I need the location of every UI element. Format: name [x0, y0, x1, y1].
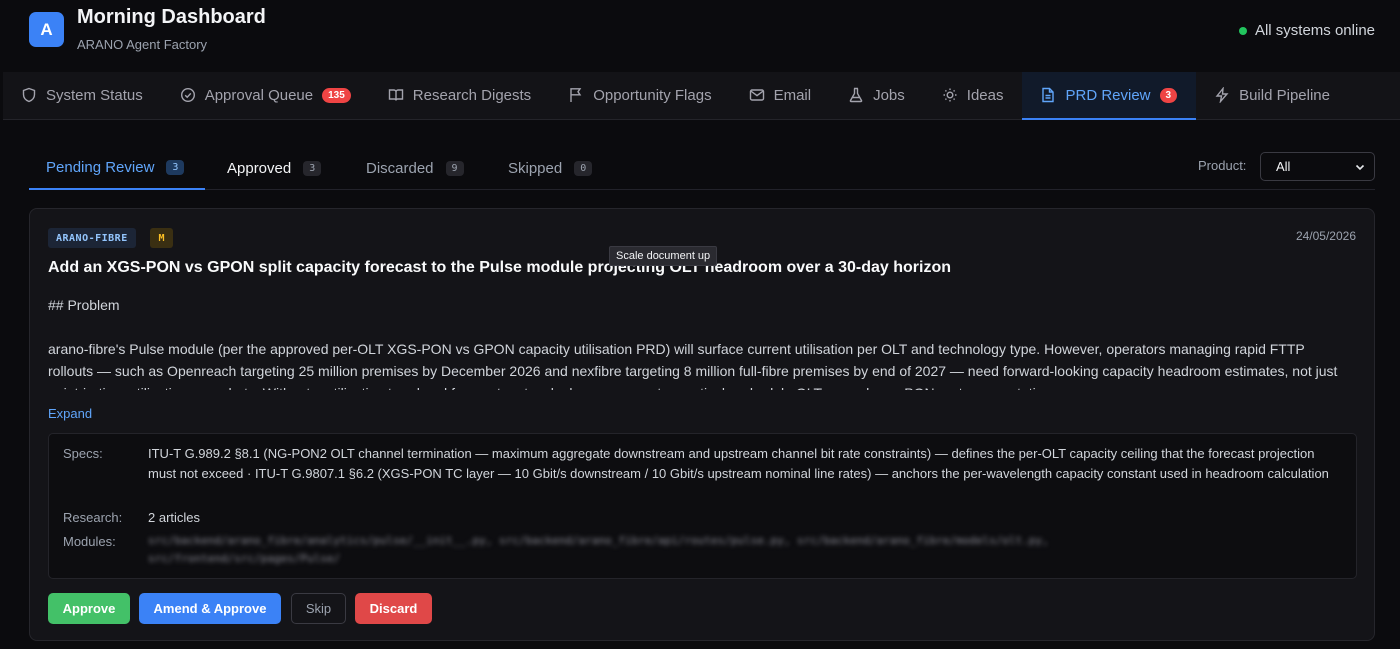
flag-icon	[570, 88, 582, 102]
nav-tab-ideas[interactable]: Ideas	[924, 72, 1023, 120]
system-status-text: All systems online	[1254, 22, 1375, 39]
nav-tab-label: Approval Queue	[204, 86, 314, 104]
discard-button[interactable]: Discard	[355, 593, 432, 624]
subtab-skipped[interactable]: Skipped 0	[491, 146, 609, 190]
nav-tab-label: Jobs	[873, 86, 905, 104]
status-dot-icon	[1238, 26, 1247, 35]
mail-icon	[749, 89, 764, 101]
subtab-count: 0	[574, 160, 593, 176]
specs-label: Specs:	[63, 446, 103, 461]
modules-line: src/frontend/src/pages/Pulse/	[148, 552, 341, 565]
chevron-down-icon	[1355, 164, 1365, 171]
prd-body-text: arano-fibre's Pulse module (per the appr…	[48, 341, 1338, 390]
subtab-label: Discarded	[366, 159, 434, 177]
amend-approve-button[interactable]: Amend & Approve	[139, 593, 281, 624]
book-icon	[388, 89, 403, 101]
nav-tab-label: Ideas	[966, 86, 1004, 104]
nav-tab-label: Email	[773, 86, 812, 104]
lightbulb-icon	[943, 88, 957, 102]
skip-button[interactable]: Skip	[291, 593, 346, 624]
scale-tooltip: Scale document up	[609, 246, 718, 266]
nav-tab-label: Research Digests	[412, 86, 532, 104]
nav-tab-system-status[interactable]: System Status	[3, 72, 162, 120]
nav-tab-prd-review[interactable]: PRD Review 3	[1022, 72, 1197, 120]
prd-review-badge: 3	[1159, 87, 1178, 103]
page-subtitle: ARANO Agent Factory	[77, 37, 208, 52]
approval-queue-badge: 135	[322, 87, 351, 103]
shield-icon	[22, 87, 36, 103]
nav-tab-label: System Status	[46, 86, 143, 104]
approve-button[interactable]: Approve	[48, 593, 130, 624]
nav-tab-jobs[interactable]: Jobs	[830, 72, 924, 120]
check-circle-icon	[180, 87, 195, 103]
product-filter-value: All	[1276, 159, 1291, 174]
nav-tab-label: PRD Review	[1065, 86, 1151, 104]
subtab-label: Approved	[227, 159, 292, 177]
prd-body-heading: ## Problem	[48, 297, 120, 313]
nav-tab-research-digests[interactable]: Research Digests	[370, 72, 550, 120]
modules-line: src/backend/arano_fibre/analytics/pulse/…	[148, 534, 1049, 547]
card-date: 24/05/2026	[1295, 229, 1356, 243]
nav-tab-email[interactable]: Email	[731, 72, 831, 120]
subtab-label: Pending Review	[46, 158, 155, 176]
expand-link[interactable]: Expand	[48, 406, 92, 421]
subtab-approved[interactable]: Approved 3	[210, 146, 338, 190]
size-tag: M	[150, 228, 173, 248]
nav-tab-label: Opportunity Flags	[593, 86, 712, 104]
main-nav: System Status Approval Queue 135 Researc…	[3, 72, 1400, 120]
subtab-count: 9	[445, 160, 464, 176]
nav-tab-approval-queue[interactable]: Approval Queue 135	[162, 72, 370, 120]
system-status-indicator: All systems online	[1238, 22, 1375, 39]
lightning-icon	[1215, 87, 1229, 103]
subtab-count: 3	[166, 159, 185, 175]
nav-tab-build-pipeline[interactable]: Build Pipeline	[1196, 72, 1349, 120]
subtab-pending-review[interactable]: Pending Review 3	[29, 146, 205, 190]
prd-meta-box: Specs: ITU-T G.989.2 §8.1 (NG-PON2 OLT c…	[48, 433, 1357, 579]
modules-label: Modules:	[63, 534, 116, 549]
research-value: 2 articles	[148, 510, 201, 525]
subtab-count: 3	[303, 160, 322, 176]
nav-tab-opportunity-flags[interactable]: Opportunity Flags	[550, 72, 730, 120]
prd-card: ARANO-FIBRE M 24/05/2026 Add an XGS-PON …	[29, 208, 1375, 641]
page-title: Morning Dashboard	[77, 6, 266, 28]
flask-icon	[849, 87, 863, 103]
specs-value: ITU-T G.989.2 §8.1 (NG-PON2 OLT channel …	[148, 446, 1329, 481]
app-logo: A	[29, 12, 64, 47]
subtab-label: Skipped	[508, 159, 563, 177]
product-tag: ARANO-FIBRE	[48, 228, 136, 248]
research-label: Research:	[63, 510, 123, 525]
modules-value: src/backend/arano_fibre/analytics/pulse/…	[148, 532, 1248, 568]
nav-tab-label: Build Pipeline	[1239, 86, 1330, 104]
review-status-tabs: Pending Review 3 Approved 3 Discarded 9 …	[29, 146, 1375, 190]
document-icon	[1042, 87, 1055, 103]
product-filter-label: Product:	[1198, 158, 1247, 173]
app-header: A Morning Dashboard ARANO Agent Factory …	[0, 0, 1400, 72]
subtab-discarded[interactable]: Discarded 9	[349, 146, 481, 190]
product-filter-select[interactable]: All	[1260, 152, 1375, 181]
